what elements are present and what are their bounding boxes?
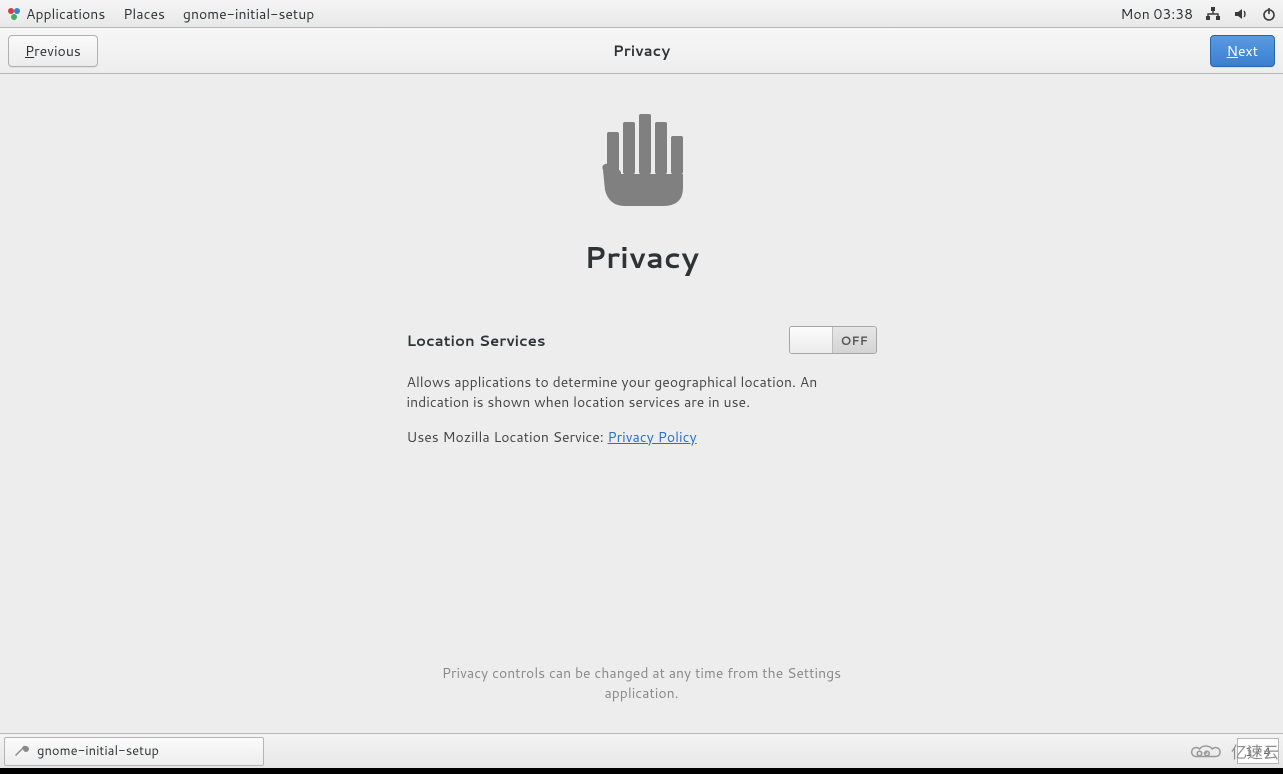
- location-services-description: Allows applications to determine your ge…: [407, 372, 877, 413]
- settings-block: Location Services OFF Allows application…: [407, 326, 877, 447]
- next-mnemonic: N: [1227, 41, 1238, 61]
- switch-knob: [790, 327, 834, 353]
- applications-menu[interactable]: Applications: [6, 4, 105, 24]
- switch-state-label: OFF: [833, 327, 876, 353]
- next-rest: ext: [1238, 41, 1258, 61]
- app-menu[interactable]: gnome-initial-setup: [183, 4, 314, 24]
- places-menu[interactable]: Places: [123, 4, 165, 24]
- hero: Privacy: [584, 114, 699, 278]
- previous-mnemonic: P: [25, 41, 34, 61]
- location-services-label: Location Services: [407, 330, 546, 351]
- next-button[interactable]: Next: [1210, 35, 1275, 67]
- workspace-label: 1 / 4: [1245, 743, 1271, 760]
- bottom-strip: [0, 768, 1283, 774]
- headerbar-title: Privacy: [0, 40, 1283, 61]
- volume-icon[interactable]: [1233, 6, 1249, 22]
- headerbar: Previous Privacy Next: [0, 28, 1283, 74]
- service-prefix: Uses Mozilla Location Service:: [407, 427, 608, 447]
- privacy-policy-link[interactable]: Privacy Policy: [608, 427, 697, 447]
- location-services-row: Location Services OFF: [407, 326, 877, 354]
- privacy-hand-icon: [599, 114, 685, 211]
- task-button-initial-setup[interactable]: gnome-initial-setup: [4, 737, 264, 766]
- workspace-indicator[interactable]: 1 / 4: [1237, 738, 1279, 764]
- taskbar: gnome-initial-setup 1 / 4: [0, 733, 1283, 768]
- places-label: Places: [123, 4, 165, 24]
- task-label: gnome-initial-setup: [37, 742, 159, 760]
- footer-note: Privacy controls can be changed at any t…: [407, 663, 877, 703]
- network-icon[interactable]: [1205, 6, 1221, 22]
- clock[interactable]: Mon 03:38: [1121, 4, 1193, 24]
- power-icon[interactable]: [1261, 6, 1277, 22]
- top-panel: Applications Places gnome-initial-setup …: [0, 0, 1283, 28]
- previous-rest: revious: [34, 41, 81, 61]
- location-services-switch[interactable]: OFF: [789, 326, 877, 354]
- location-service-line: Uses Mozilla Location Service: Privacy P…: [407, 427, 877, 447]
- applications-label: Applications: [26, 4, 105, 24]
- distro-icon: [6, 6, 22, 22]
- page-title: Privacy: [584, 235, 699, 278]
- main-content: Privacy Location Services OFF Allows app…: [0, 74, 1283, 733]
- wrench-icon: [13, 743, 29, 759]
- previous-button[interactable]: Previous: [8, 35, 98, 67]
- app-menu-label: gnome-initial-setup: [183, 4, 314, 24]
